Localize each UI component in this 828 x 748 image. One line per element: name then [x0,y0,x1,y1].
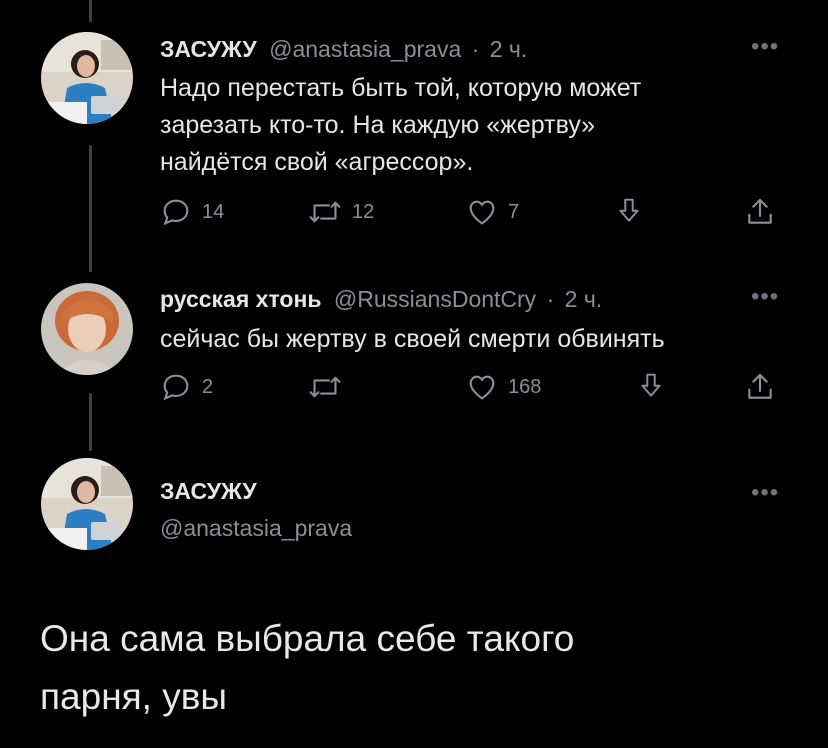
like-button[interactable]: 168 [466,371,541,403]
separator: · [471,36,480,62]
author-handle[interactable]: @RussiansDontCry [334,286,536,312]
tweet-text-line: сейчас бы жертву в своей смерти обвинять [160,325,665,353]
avatar[interactable] [41,283,133,375]
bookmark-icon [614,196,644,228]
tweet-header: ЗАСУЖУ @anastasia_prava · 2 ч. [160,36,527,63]
avatar[interactable] [41,32,133,124]
bookmark-button[interactable] [614,196,644,228]
retweet-count: 12 [352,200,375,223]
share-button[interactable] [744,196,776,228]
more-icon[interactable]: ••• [751,285,779,309]
reply-button[interactable]: 14 [160,196,224,228]
author-handle[interactable]: @anastasia_prava [160,515,352,542]
more-icon[interactable]: ••• [751,481,779,505]
separator: · [546,286,555,312]
thread-line-1 [89,145,92,272]
timestamp[interactable]: 2 ч. [565,286,603,312]
like-count: 7 [508,200,520,223]
timestamp[interactable]: 2 ч. [490,36,528,62]
tweet-text-line: зарезать кто-то. На каждую «жертву» [160,111,595,139]
tweet-text: Надо перестать быть той, которую может з… [160,70,641,181]
avatar[interactable] [41,458,133,550]
tweet-text-line: найдётся свой «агрессор». [160,148,474,176]
tweet-header: русская хтонь @RussiansDontCry · 2 ч. [160,286,602,313]
tweet-actions: 14 12 7 [160,196,780,236]
reply-button[interactable]: 2 [160,371,213,403]
like-count: 168 [508,375,542,398]
share-icon [744,196,776,228]
author-name[interactable]: русская хтонь [160,286,322,312]
tweet-text: сейчас бы жертву в своей смерти обвинять [160,321,665,358]
tweet-text-line: Надо перестать быть той, которую может [160,74,642,102]
retweet-icon [308,196,342,228]
like-button[interactable]: 7 [466,196,519,228]
tweet-actions: 2 168 [160,371,780,411]
bookmark-button[interactable] [636,371,666,403]
reply-count: 14 [202,200,225,223]
main-tweet-text-line: Она сама выбрала себе такого [40,618,575,659]
more-icon[interactable]: ••• [751,35,779,59]
reply-icon [160,196,192,228]
bookmark-icon [636,371,666,403]
retweet-button[interactable] [308,371,352,403]
main-tweet-text-line: парня, увы [40,676,227,717]
share-button[interactable] [744,371,776,403]
heart-icon [466,196,498,228]
reply-count: 2 [202,375,214,398]
author-handle[interactable]: @anastasia_prava [269,36,461,62]
thread-line-2 [89,393,92,451]
author-name[interactable]: ЗАСУЖУ [160,478,352,505]
retweet-button[interactable]: 12 [308,196,374,228]
retweet-icon [308,371,342,403]
main-tweet-text: Она сама выбрала себе такого парня, увы [40,610,800,726]
share-icon [744,371,776,403]
heart-icon [466,371,498,403]
thread-line-top [89,0,92,22]
author-name[interactable]: ЗАСУЖУ [160,36,257,62]
reply-icon [160,371,192,403]
main-tweet-header: ЗАСУЖУ @anastasia_prava [160,478,352,542]
